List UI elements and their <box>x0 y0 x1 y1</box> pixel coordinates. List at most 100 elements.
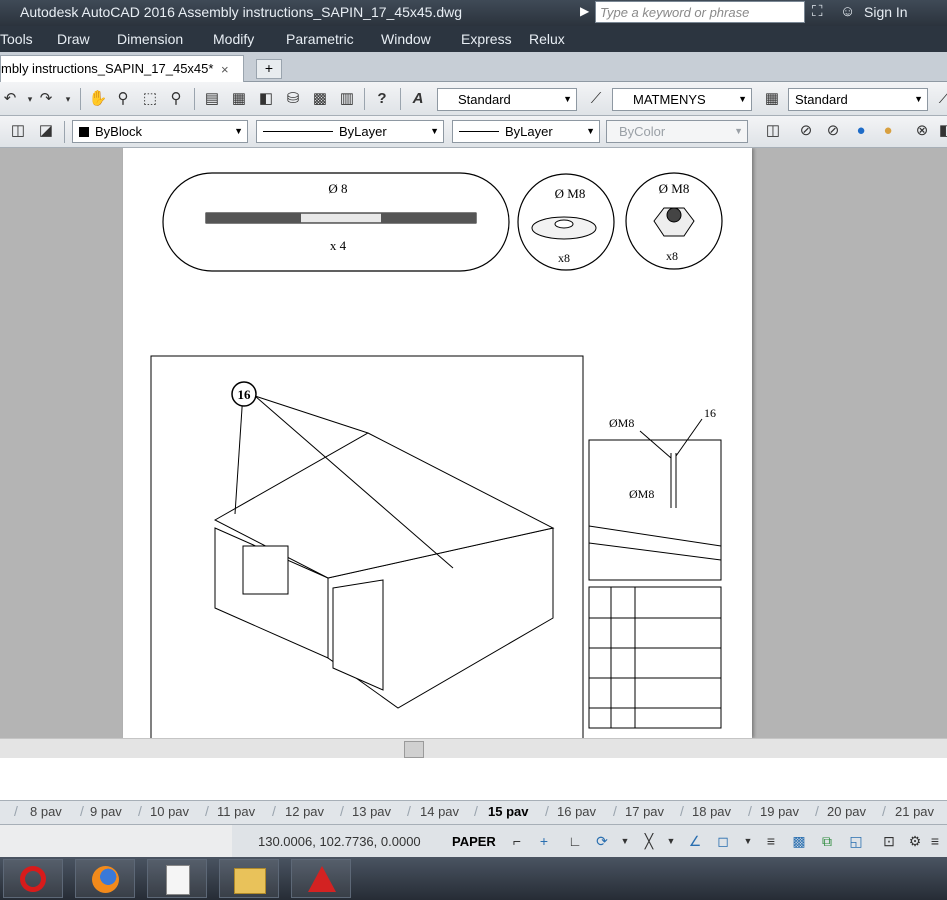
layout-tab-13[interactable]: 13 pav <box>352 804 391 819</box>
layout-tab-20[interactable]: 20 pav <box>827 804 866 819</box>
table-style-icon[interactable]: ▦ <box>762 89 782 109</box>
sheet-set-icon[interactable]: ⛁ <box>283 89 303 109</box>
dynamic-input-icon[interactable]: + <box>535 832 553 850</box>
isometric-drafting-icon[interactable]: ╳ <box>640 832 658 850</box>
tab-divider: / <box>14 803 18 819</box>
help-icon[interactable]: ? <box>372 89 392 109</box>
visual-style-hidden-icon[interactable]: ⊘ <box>823 121 843 141</box>
new-tab-button[interactable]: + <box>256 59 282 79</box>
lineweight-icon[interactable]: ≡ <box>762 832 780 850</box>
object-snap-icon[interactable]: ◻ <box>714 832 732 850</box>
selection-cycling-icon[interactable]: ⧉ <box>818 832 836 850</box>
zoom-window-icon[interactable]: ⬚ <box>140 89 160 109</box>
layout-tab-9[interactable]: 9 pav <box>90 804 122 819</box>
linetype-value: ByLayer <box>339 124 387 139</box>
toolbar-separator <box>64 121 65 143</box>
calculator-icon[interactable]: ▥ <box>337 89 357 109</box>
search-input[interactable]: Type a keyword or phrase <box>595 1 805 23</box>
detail-16-label: 16 <box>704 406 716 420</box>
ortho-mode-icon[interactable]: ∟ <box>566 832 584 850</box>
layout-tab-21[interactable]: 21 pav <box>895 804 934 819</box>
object-snap-tracking-icon[interactable]: ∠ <box>686 832 704 850</box>
menu-dimension[interactable]: Dimension <box>117 31 183 47</box>
redo-icon[interactable]: ↷ <box>36 89 56 109</box>
layout-tab-8[interactable]: 8 pav <box>30 804 62 819</box>
3d-osnap-icon[interactable]: ◱ <box>847 832 865 850</box>
taskbar-document[interactable] <box>147 859 207 898</box>
taskbar-autocad[interactable] <box>291 859 351 898</box>
plotstyle-select[interactable]: ByColor ▼ <box>606 120 748 143</box>
user-icon[interactable]: ☺ <box>840 3 855 20</box>
polar-tracking-icon[interactable]: ⟳ <box>593 832 611 850</box>
layout-tab-14[interactable]: 14 pav <box>420 804 459 819</box>
chevron-down-icon[interactable]: ▼ <box>616 832 634 850</box>
visual-styles-manager-icon[interactable]: ⊗ <box>912 121 932 141</box>
dim-style-select[interactable]: MATMENYS ▼ <box>612 88 752 111</box>
menu-window[interactable]: Window <box>381 31 431 47</box>
tool-palettes-icon[interactable]: ◧ <box>256 89 276 109</box>
layout-tab-19[interactable]: 19 pav <box>760 804 799 819</box>
layout-tab-17[interactable]: 17 pav <box>625 804 664 819</box>
search-expand-icon[interactable]: ▶ <box>580 4 589 18</box>
drawing-area[interactable]: Ø 8 x 4 Ø M8 x8 Ø M8 x8 16 ØM8 16 ØM8 <box>0 148 947 738</box>
layout-tab-16[interactable]: 16 pav <box>557 804 596 819</box>
rod-qty-label: x 4 <box>330 238 347 253</box>
visual-style-conceptual-icon[interactable]: ● <box>878 121 898 141</box>
render-icon[interactable]: ◫ <box>763 121 783 141</box>
zoom-previous-icon[interactable]: ⚲ <box>166 89 186 109</box>
sign-in-link[interactable]: Sign In <box>864 4 908 20</box>
visual-style-realistic-icon[interactable]: ● <box>851 121 871 141</box>
horizontal-scrollbar[interactable] <box>0 738 947 758</box>
snap-mode-icon[interactable]: ⌐ <box>508 832 526 850</box>
menu-draw[interactable]: Draw <box>57 31 90 47</box>
taskbar-explorer[interactable] <box>219 859 279 898</box>
redo-dropdown-icon[interactable]: ▾ <box>58 89 78 109</box>
menu-modify[interactable]: Modify <box>213 31 254 47</box>
workspace-switch-icon[interactable]: ⚙ <box>906 832 924 850</box>
transparency-icon[interactable]: ▩ <box>790 832 808 850</box>
toolbar-overflow-icon[interactable]: ◧ <box>936 121 947 141</box>
undo-icon[interactable]: ↶ <box>0 89 20 109</box>
close-icon[interactable]: × <box>221 62 229 77</box>
layout-tab-12[interactable]: 12 pav <box>285 804 324 819</box>
markup-icon[interactable]: ▩ <box>310 89 330 109</box>
taskbar-opera[interactable] <box>3 859 63 898</box>
table-style-select[interactable]: Standard ▼ <box>788 88 928 111</box>
properties-icon[interactable]: ▤ <box>202 89 222 109</box>
design-center-icon[interactable]: ▦ <box>229 89 249 109</box>
make-object-layer-current-icon[interactable]: ◫ <box>8 121 28 141</box>
text-style-icon[interactable]: A <box>408 89 428 109</box>
text-style-value: Standard <box>458 92 511 107</box>
visual-style-wireframe-icon[interactable]: ⊘ <box>796 121 816 141</box>
layout-tab-10[interactable]: 10 pav <box>150 804 189 819</box>
chevron-down-icon[interactable]: ▼ <box>739 832 757 850</box>
pan-icon[interactable]: ✋ <box>88 89 108 109</box>
text-style-select[interactable]: Standard ▼ <box>437 88 577 111</box>
washer-hole <box>554 219 574 229</box>
menu-relux[interactable]: Relux <box>529 31 565 47</box>
color-value: ByBlock <box>95 124 142 139</box>
color-select[interactable]: ByBlock ▼ <box>72 120 248 143</box>
binoculars-icon[interactable]: ⛶ <box>812 3 823 20</box>
layout-tab-18[interactable]: 18 pav <box>692 804 731 819</box>
paper-sheet[interactable]: Ø 8 x 4 Ø M8 x8 Ø M8 x8 16 ØM8 16 ØM8 <box>123 148 752 738</box>
multileader-style-icon[interactable]: ⟋ <box>934 89 947 109</box>
menu-express[interactable]: Express <box>461 31 512 47</box>
lineweight-select[interactable]: ByLayer ▼ <box>452 120 600 143</box>
scrollbar-thumb[interactable] <box>404 741 424 758</box>
dim-style-icon[interactable]: ⟋ <box>586 89 606 109</box>
linetype-select[interactable]: ByLayer ▼ <box>256 120 444 143</box>
annotation-visibility-icon[interactable]: ⊡ <box>880 832 898 850</box>
model-paper-toggle[interactable]: PAPER <box>452 834 496 849</box>
layout-tab-15-active[interactable]: 15 pav <box>488 804 528 819</box>
menu-parametric[interactable]: Parametric <box>286 31 354 47</box>
chevron-down-icon[interactable]: ▼ <box>662 832 680 850</box>
coordinate-readout[interactable]: 130.0006, 102.7736, 0.0000 <box>258 834 421 849</box>
command-area[interactable] <box>0 758 947 800</box>
layer-previous-icon[interactable]: ◪ <box>36 121 56 141</box>
zoom-realtime-icon[interactable]: ⚲ <box>113 89 133 109</box>
taskbar-firefox[interactable] <box>75 859 135 898</box>
customization-icon[interactable]: ≡ <box>926 832 944 850</box>
layout-tab-11[interactable]: 11 pav <box>217 804 255 819</box>
menu-tools[interactable]: Tools <box>0 31 33 47</box>
